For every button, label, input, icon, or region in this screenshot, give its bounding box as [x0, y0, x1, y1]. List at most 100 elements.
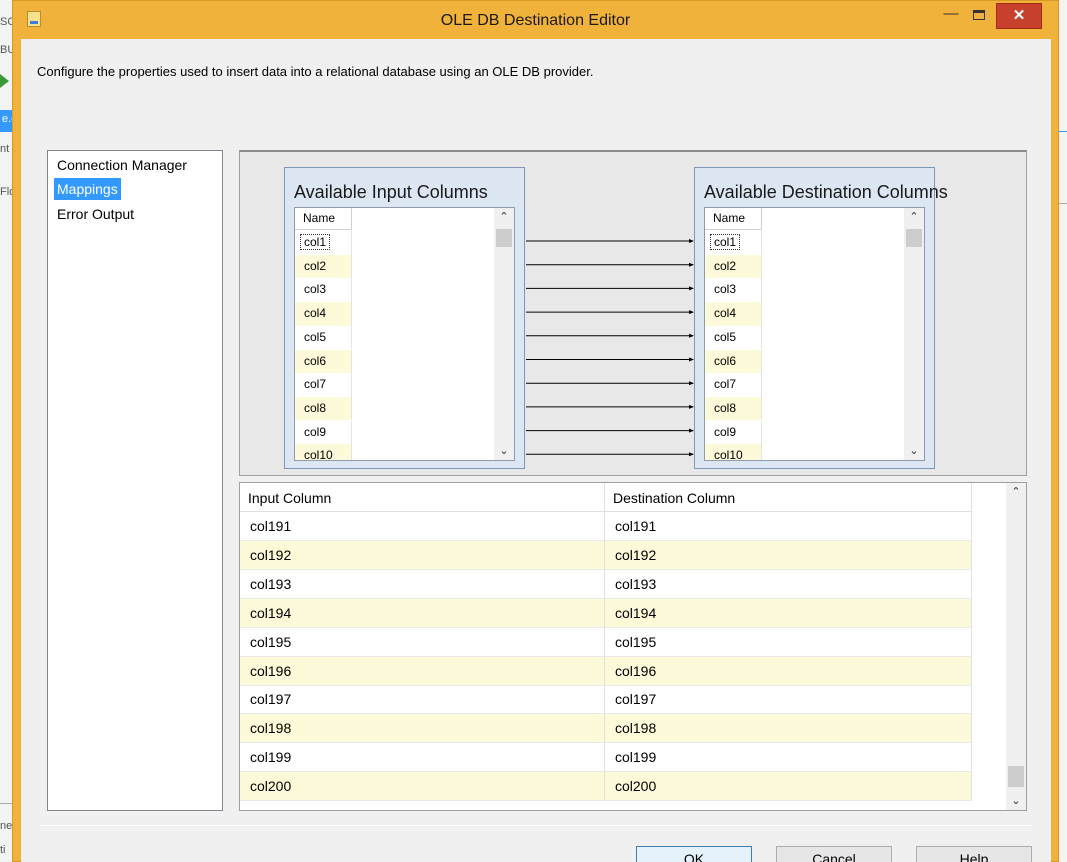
destination-column-cell[interactable]: col199 [605, 743, 972, 772]
grid-row[interactable]: col193 col193 [240, 569, 972, 599]
column-name-row[interactable]: col5 [705, 325, 762, 350]
grid-row[interactable]: col191 col191 [240, 512, 972, 541]
input-column-cell[interactable]: col200 [240, 772, 605, 801]
input-column-cell[interactable]: col194 [240, 598, 605, 627]
destination-column-cell[interactable]: col200 [605, 772, 972, 801]
column-name-row[interactable]: col5 [295, 325, 352, 350]
grid-row[interactable]: col198 col198 [240, 714, 972, 744]
scroll-thumb[interactable] [906, 229, 922, 247]
input-columns-list[interactable]: Name col1 col2 col3 col4 col5 col6 col7 col8 col… [294, 207, 515, 461]
column-name-row[interactable]: col7 [295, 373, 352, 397]
destination-column-cell[interactable]: col196 [605, 656, 972, 685]
column-name: col6 [714, 353, 737, 368]
column-name: col4 [714, 306, 737, 321]
grid-row[interactable]: col196 col196 [240, 656, 972, 686]
cancel-button[interactable]: Cancel [776, 846, 892, 862]
column-name: col2 [304, 258, 327, 273]
scroll-down-icon[interactable]: ⌄ [1006, 792, 1026, 810]
dialog-body: Configure the properties used to insert … [21, 39, 1051, 862]
available-destination-columns-box[interactable]: Available Destination Columns Name col1 c… [694, 167, 948, 469]
column-name: col2 [714, 258, 737, 273]
column-name: col3 [714, 282, 737, 297]
scroll-thumb[interactable] [496, 229, 512, 247]
grid-row[interactable]: col194 col194 [240, 598, 972, 628]
destination-column-cell[interactable]: col192 [605, 540, 972, 569]
input-column-cell[interactable]: col192 [240, 540, 605, 569]
available-input-columns-box[interactable]: Available Input Columns Name col1 col2 col… [284, 167, 525, 469]
input-column-cell[interactable]: col197 [240, 685, 605, 714]
grid-row[interactable]: col192 col192 [240, 540, 972, 570]
column-name-row[interactable]: col8 [705, 396, 762, 421]
ole-db-destination-editor-dialog: OLE DB Destination Editor — ✕ Configure … [12, 0, 1059, 862]
destination-column-cell[interactable]: col198 [605, 714, 972, 743]
column-name-row[interactable]: col3 [705, 278, 762, 302]
column-name: col7 [714, 377, 737, 392]
input-column-cell[interactable]: col195 [240, 627, 605, 656]
column-name-row[interactable]: col7 [705, 373, 762, 397]
input-column-cell[interactable]: col191 [240, 512, 605, 540]
column-name-row[interactable]: col9 [295, 420, 352, 445]
column-name: col10 [714, 448, 743, 461]
scroll-up-icon[interactable]: ⌃ [494, 208, 514, 226]
nav-item-error-output[interactable]: Error Output [54, 203, 137, 225]
input-column-cell[interactable]: col199 [240, 743, 605, 772]
column-name-row[interactable]: col6 [705, 349, 762, 374]
column-name: col8 [714, 400, 737, 415]
input-column-cell[interactable]: col193 [240, 569, 605, 598]
play-icon [0, 74, 9, 88]
scroll-up-icon[interactable]: ⌃ [904, 208, 924, 226]
grid-row[interactable]: col200 col200 [240, 772, 972, 802]
input-column-cell[interactable]: col196 [240, 656, 605, 685]
maximize-button[interactable] [966, 5, 992, 27]
column-name: col5 [714, 329, 737, 344]
column-name-row[interactable]: col3 [295, 278, 352, 302]
destination-column-cell[interactable]: col193 [605, 569, 972, 598]
minimize-button[interactable]: — [938, 5, 964, 27]
ok-button[interactable]: OK [636, 846, 752, 862]
column-name-row[interactable]: col4 [295, 302, 352, 326]
destination-column-header[interactable]: Destination Column [605, 483, 972, 512]
grid-row[interactable]: col195 col195 [240, 627, 972, 657]
column-name: col6 [304, 353, 327, 368]
destination-column-cell[interactable]: col197 [605, 685, 972, 714]
column-name: col1 [710, 234, 741, 250]
column-name-row[interactable]: col9 [705, 420, 762, 445]
help-button[interactable]: Help [916, 846, 1032, 862]
input-column-header[interactable]: Input Column [240, 483, 605, 512]
mappings-grid[interactable]: Input Column Destination Column col191 co… [239, 482, 1027, 811]
input-list-scrollbar[interactable]: ⌃ ⌄ [494, 208, 514, 460]
name-column-header: Name [705, 208, 762, 230]
grid-scrollbar[interactable]: ⌃ ⌄ [1006, 483, 1026, 810]
column-name-row[interactable]: col1 [705, 231, 762, 255]
column-name-row[interactable]: col8 [295, 396, 352, 421]
close-button[interactable]: ✕ [996, 3, 1042, 29]
column-name-row[interactable]: col2 [295, 254, 352, 279]
grid-row[interactable]: col197 col197 [240, 685, 972, 715]
nav-item-mappings[interactable]: Mappings [54, 178, 121, 200]
grid-row[interactable]: col199 col199 [240, 743, 972, 773]
destination-column-cell[interactable]: col191 [605, 512, 972, 540]
column-name: col7 [304, 377, 327, 392]
nav-item-connection-manager[interactable]: Connection Manager [54, 154, 190, 176]
column-name: col4 [304, 306, 327, 321]
destination-column-cell[interactable]: col194 [605, 598, 972, 627]
scroll-down-icon[interactable]: ⌄ [904, 442, 924, 460]
scroll-up-icon[interactable]: ⌃ [1006, 483, 1026, 501]
destination-columns-list[interactable]: Name col1 col2 col3 col4 col5 col6 col7 col8 col… [704, 207, 925, 461]
destination-list-scrollbar[interactable]: ⌃ ⌄ [904, 208, 924, 460]
column-name-row[interactable]: col10 [705, 444, 762, 461]
column-name-row[interactable]: col4 [705, 302, 762, 326]
column-name: col8 [304, 400, 327, 415]
column-name: col9 [304, 424, 327, 439]
column-name-row[interactable]: col2 [705, 254, 762, 279]
title-bar[interactable]: OLE DB Destination Editor — ✕ [13, 1, 1058, 39]
available-destination-columns-title: Available Destination Columns [704, 182, 948, 202]
column-name-row[interactable]: col10 [295, 444, 352, 460]
scroll-thumb[interactable] [1008, 766, 1024, 787]
column-name-row[interactable]: col1 [295, 231, 352, 255]
input-column-cell[interactable]: col198 [240, 714, 605, 743]
column-name-row[interactable]: col6 [295, 349, 352, 374]
destination-column-cell[interactable]: col195 [605, 627, 972, 656]
scroll-down-icon[interactable]: ⌄ [494, 442, 514, 460]
page-list: Connection Manager Mappings Error Output [47, 150, 223, 811]
